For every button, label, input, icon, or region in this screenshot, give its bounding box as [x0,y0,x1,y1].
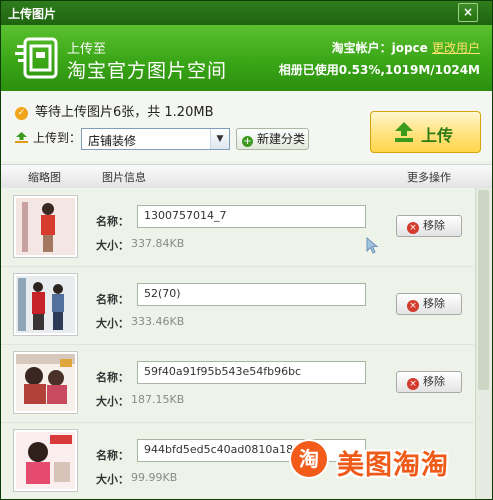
mouse-pointer-icon [366,237,379,254]
account-label: 淘宝帐户：jopce [331,41,428,55]
remove-button[interactable]: × 移除 [396,293,462,315]
photo-thumbnail-icon [16,432,75,489]
taotao-logo-icon: 淘 [291,441,327,477]
name-label: 名称： [96,371,129,384]
upload-button-label: 上传 [421,126,454,145]
image-size: 333.46KB [131,315,185,328]
list-item: 名称： 大小： 337.84KB × 移除 [1,188,474,267]
upload-arrow-icon [15,132,28,143]
name-label: 名称： [96,449,129,462]
destination-album-select[interactable]: 店铺装修 ▼ [81,128,230,150]
close-icon: × [462,5,474,19]
title-bar[interactable]: 上传图片 × [1,1,492,25]
image-thumbnail [13,351,78,414]
size-label: 大小： [96,317,129,330]
upload-dialog: 上传图片 × 上传至 淘宝官方图片空间 淘宝帐户：jopce 更改用户 相册已使… [0,0,493,500]
name-label: 名称： [96,215,129,228]
remove-icon: × [407,300,419,312]
remove-button[interactable]: × 移除 [396,215,462,237]
new-category-button[interactable]: + 新建分类 [236,128,309,150]
plus-icon: + [242,136,253,147]
image-name-field[interactable] [137,283,366,306]
image-name-field[interactable] [137,361,366,384]
upload-button[interactable]: 上传 [370,111,481,153]
remove-icon: × [407,222,419,234]
banner-subtitle: 上传至 [67,42,107,57]
account-info: 淘宝帐户：jopce 更改用户 [332,39,480,56]
banner: 上传至 淘宝官方图片空间 淘宝帐户：jopce 更改用户 相册已使用0.53%,… [1,25,492,91]
name-label: 名称： [96,293,129,306]
waiting-text: 等待上传图片6张，共 1.20MB [35,105,214,120]
image-name-input[interactable] [138,362,365,381]
switch-user-link[interactable]: 更改用户 [432,41,480,55]
image-space-logo-icon [15,37,58,79]
upload-icon [395,122,413,142]
remove-button[interactable]: × 移除 [396,371,462,393]
destination-label-text: 上传到： [33,131,82,145]
column-thumbnail: 缩略图 [28,171,61,184]
image-name-input[interactable] [138,206,365,225]
column-more-actions: 更多操作 [407,171,451,184]
remove-icon: × [407,378,419,390]
image-size: 99.99KB [131,471,178,484]
size-label: 大小： [96,239,129,252]
photo-thumbnail-icon [16,354,75,411]
remove-label: 移除 [423,375,445,388]
storage-usage: 相册已使用0.53%,1019M/1024M [278,63,480,77]
waiting-summary: ✓ 等待上传图片6张，共 1.20MB [15,101,213,120]
image-thumbnail [13,195,78,258]
list-item: 名称： 大小： 187.15KB × 移除 [1,344,474,423]
window-title: 上传图片 [8,7,57,21]
size-label: 大小： [96,395,129,408]
list-header: 缩略图 图片信息 更多操作 [1,164,492,189]
remove-label: 移除 [423,219,445,232]
image-name-input[interactable] [138,284,365,303]
remove-label: 移除 [423,297,445,310]
image-size: 337.84KB [131,237,185,250]
photo-thumbnail-icon [16,198,75,255]
destination-label: 上传到： [15,129,81,146]
column-info: 图片信息 [102,171,146,184]
size-label: 大小： [96,473,129,486]
new-category-label: 新建分类 [257,132,306,146]
image-thumbnail [13,429,78,492]
selected-album: 店铺装修 [88,134,137,148]
image-name-field[interactable] [137,205,366,228]
photo-thumbnail-icon [16,276,75,333]
banner-title: 淘宝官方图片空间 [67,60,228,82]
watermark-text: 美图淘淘 [337,450,449,481]
close-button[interactable]: × [458,3,478,22]
list-item: 名称： 大小： 333.46KB × 移除 [1,266,474,345]
scrollbar-thumb[interactable] [478,190,489,390]
image-size: 187.15KB [131,393,185,406]
check-icon: ✓ [15,107,28,120]
chevron-down-icon[interactable]: ▼ [210,129,229,149]
meitu-taotao-watermark: 淘 美图淘淘 [285,437,491,483]
image-thumbnail [13,273,78,336]
